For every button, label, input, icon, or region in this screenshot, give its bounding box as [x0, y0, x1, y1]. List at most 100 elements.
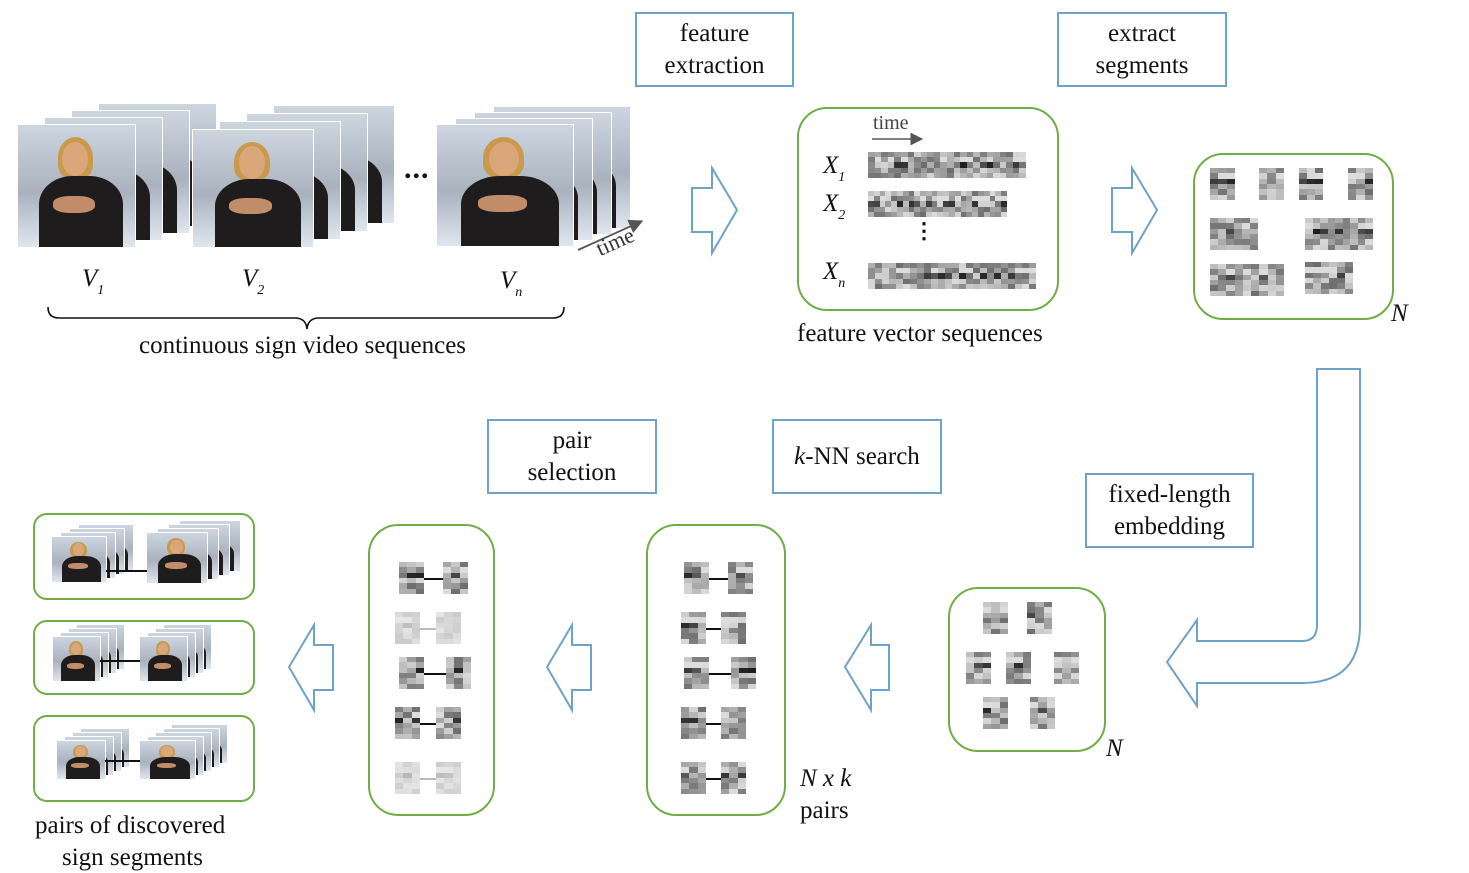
video-label-v1: V1 [82, 265, 105, 298]
brace-icon [47, 306, 565, 330]
pair-right-map [443, 562, 468, 594]
output-frame [140, 637, 187, 681]
arrow-left-icon [545, 621, 592, 714]
embeddings-count-label: N [1106, 735, 1123, 762]
step-label-line2: segments [1095, 51, 1189, 79]
pair-left-map [395, 707, 420, 739]
video-label-v2: V2 [242, 265, 265, 298]
output-caption-line1: pairs of discovered [35, 812, 226, 839]
feature-vdots: ⋮ [913, 218, 935, 243]
segment-feature-map [1259, 168, 1284, 200]
feature-caption: feature vector sequences [797, 320, 1043, 347]
segment-feature-map [1210, 218, 1258, 250]
step-pair-selection: pair selection [487, 419, 657, 494]
pair-left-map [395, 762, 420, 794]
pair-left-map [684, 657, 709, 689]
pair-left-map [681, 707, 706, 739]
step-knn-search: k-NN search [772, 419, 942, 494]
video-frame [193, 130, 313, 247]
pair-link-line [706, 723, 721, 725]
pair-right-map [436, 612, 461, 644]
embedding-feature-map [966, 652, 991, 684]
video-ellipsis: ... [404, 152, 430, 185]
feature-label-x2: X2 [823, 190, 846, 223]
feature-time-arrow-icon [872, 132, 924, 146]
segment-feature-map [1305, 262, 1353, 294]
pair-right-map [721, 707, 746, 739]
pair-left-map [684, 562, 709, 594]
pair-link-line [706, 628, 721, 630]
output-frame [53, 637, 100, 681]
pair-right-map [728, 562, 753, 594]
knn-count-label: N x k [800, 765, 852, 792]
embedding-feature-map [1030, 697, 1055, 729]
pair-link-line [424, 673, 446, 675]
pair-left-map [399, 562, 424, 594]
output-frame [140, 741, 195, 779]
segment-feature-map [1210, 264, 1284, 296]
arrow-left-icon [287, 621, 334, 714]
feature-map-x1 [868, 152, 1026, 178]
step-fixed-length-embedding: fixed-length embedding [1085, 473, 1254, 548]
step-feature-extraction: feature extraction [635, 12, 794, 87]
knn-rest: -NN search [805, 442, 920, 470]
feature-map-xn [868, 263, 1036, 289]
pair-right-map [721, 612, 746, 644]
step-label-line2: extraction [664, 51, 765, 79]
step-label-line1: fixed-length [1108, 480, 1231, 508]
video-frame [18, 125, 135, 247]
step-extract-segments: extract segments [1057, 12, 1227, 87]
pair-left-map [681, 612, 706, 644]
pair-left-map [681, 762, 706, 794]
pair-link-line [105, 760, 140, 762]
segments-count-label: N [1391, 300, 1408, 327]
pair-link-line [420, 628, 436, 630]
output-caption-line2: sign segments [62, 844, 203, 871]
step-label-line1: pair [552, 426, 592, 454]
pair-link-line [420, 723, 436, 725]
video-frame [437, 125, 573, 246]
embedding-feature-map [983, 602, 1008, 634]
arrow-left-icon [843, 621, 890, 714]
pair-right-map [436, 707, 461, 739]
embedding-feature-map [1054, 652, 1079, 684]
feature-label-x1: X1 [823, 152, 846, 185]
video-label-vn: Vn [500, 267, 523, 300]
pair-link-line [706, 778, 721, 780]
pair-link-line [420, 778, 436, 780]
pair-link-line [709, 673, 731, 675]
segment-feature-map [1305, 218, 1373, 250]
step-label-line2: selection [527, 458, 617, 486]
pair-link-line [100, 660, 140, 662]
feature-map-x2 [868, 191, 1007, 217]
knn-k: k [794, 442, 806, 470]
embedding-feature-map [983, 697, 1008, 729]
segment-feature-map [1348, 168, 1373, 200]
pair-link-line [106, 570, 147, 572]
segment-feature-map [1299, 168, 1323, 200]
step-label-line2: embedding [1113, 512, 1226, 540]
embedding-feature-map [1027, 602, 1052, 634]
embedding-feature-map [1006, 652, 1031, 684]
pair-left-map [395, 612, 420, 644]
pair-right-map [721, 762, 746, 794]
output-frame [52, 537, 106, 582]
pair-link-line [424, 578, 443, 580]
step-label-line1: feature [679, 19, 750, 47]
video-caption: continuous sign video sequences [139, 332, 467, 359]
output-frame [147, 533, 207, 583]
pair-left-map [399, 657, 424, 689]
feature-label-xn: Xn [823, 258, 846, 291]
output-frame [57, 741, 105, 779]
step-label-line1: extract [1107, 19, 1176, 47]
pair-right-map [446, 657, 471, 689]
knn-pairs-label: pairs [800, 797, 849, 824]
segment-feature-map [1210, 168, 1235, 200]
pair-right-map [731, 657, 756, 689]
pair-link-line [709, 578, 728, 580]
arrow-right-icon [691, 164, 739, 257]
arrow-right-icon [1111, 164, 1159, 257]
pair-right-map [436, 762, 461, 794]
knn-pairs-group [646, 524, 786, 816]
selected-pairs-group [368, 524, 495, 816]
